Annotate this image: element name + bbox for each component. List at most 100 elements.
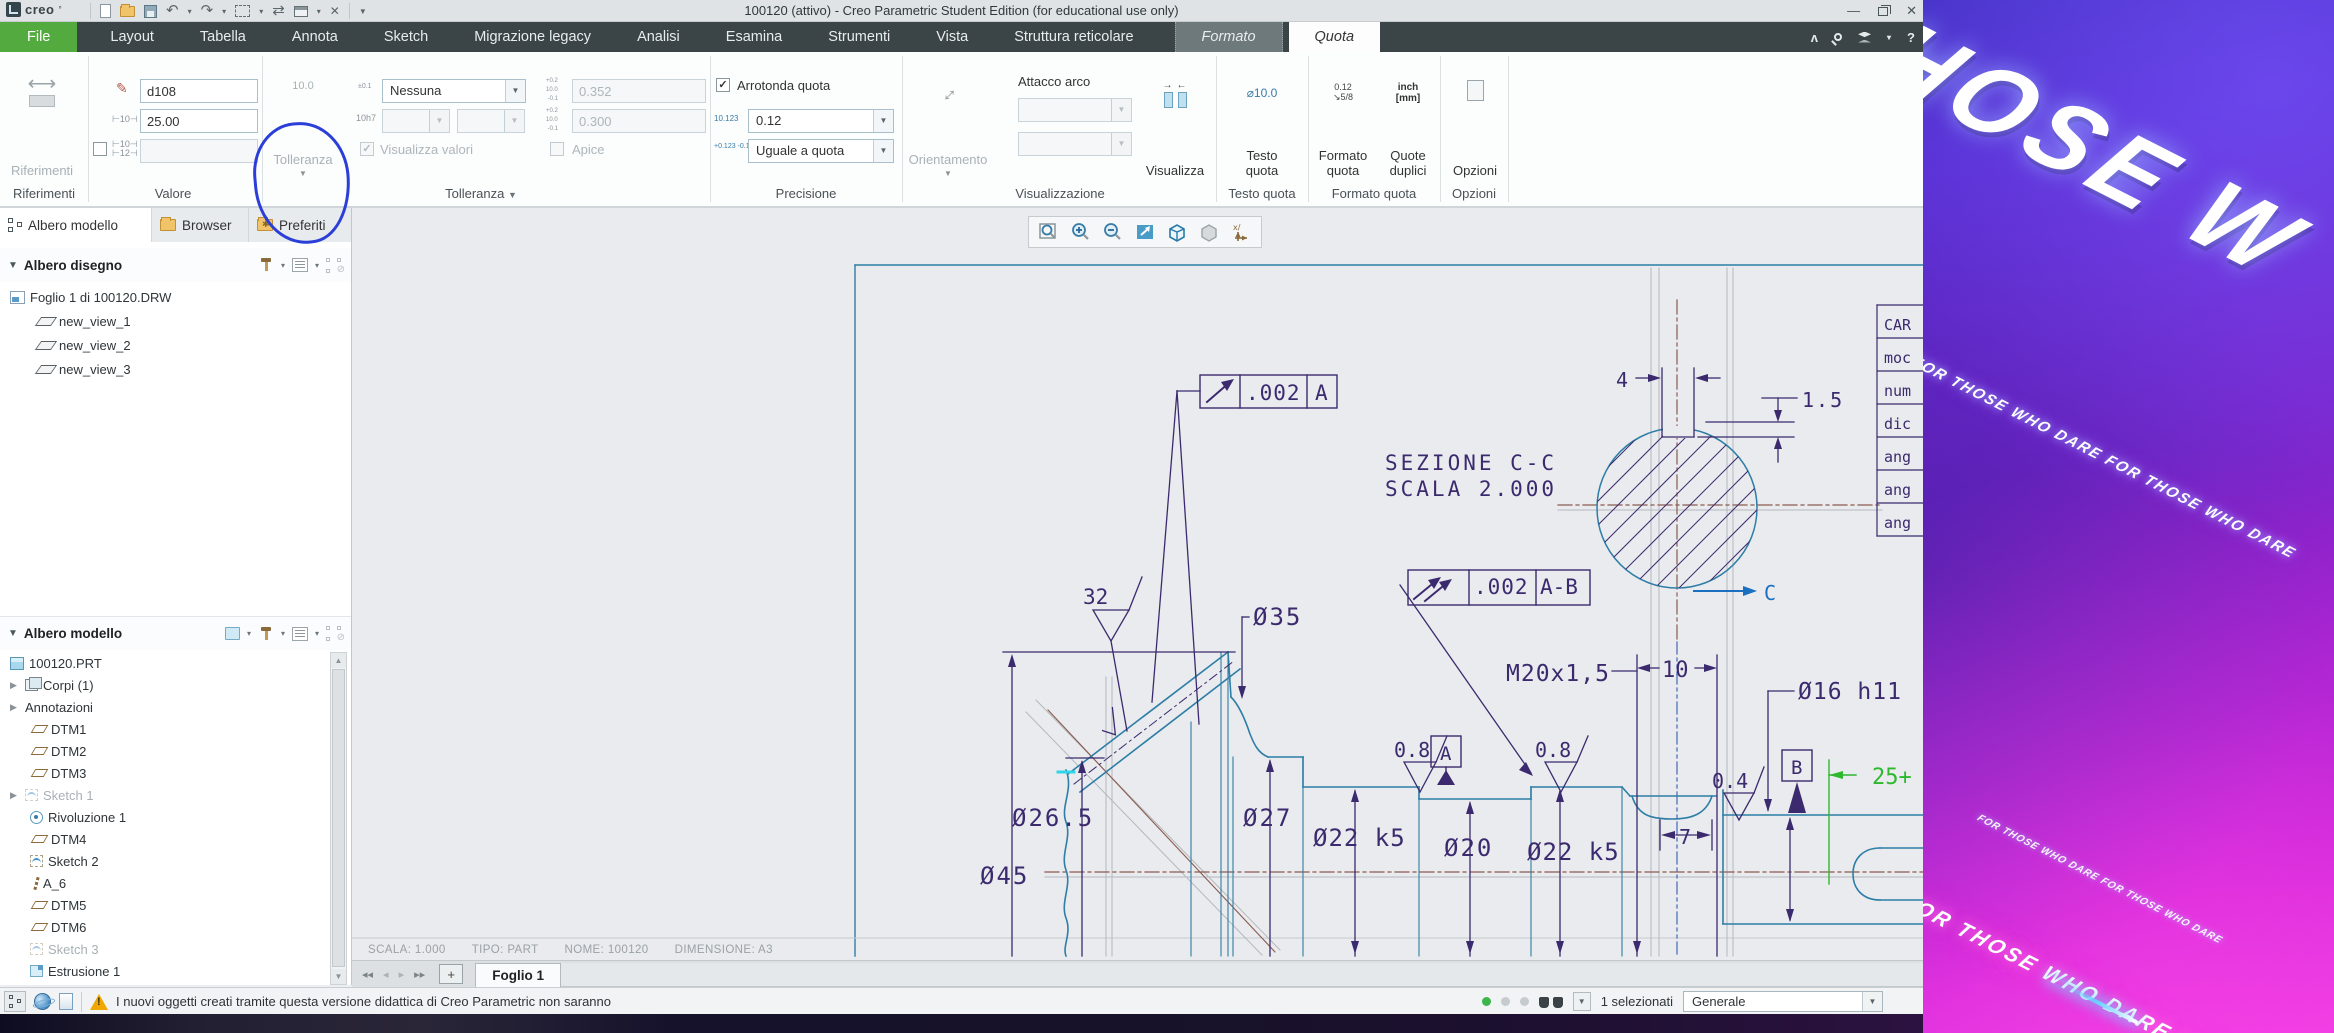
tree-item-annotazioni[interactable]: ▶ Annotazioni <box>0 696 330 718</box>
tab-formato[interactable]: Formato <box>1174 22 1283 52</box>
open-file-icon[interactable] <box>120 3 135 17</box>
testo-quota-button[interactable]: ⌀10.0 Testo quota <box>1222 74 1302 178</box>
scroll-up-icon[interactable]: ▲ <box>331 653 346 668</box>
tab-layout[interactable]: Layout <box>87 22 177 52</box>
tree-item-corpi[interactable]: ▶ Corpi (1) <box>0 674 330 696</box>
expand-arrow-icon[interactable]: ▶ <box>10 790 20 801</box>
tree-filter-icon[interactable] <box>326 257 345 275</box>
restore-button[interactable] <box>1878 4 1892 16</box>
first-sheet-icon[interactable]: ◂◂ <box>362 968 373 981</box>
tree-model-filter-icon[interactable] <box>224 627 240 640</box>
tab-strumenti[interactable]: Strumenti <box>805 22 913 52</box>
tab-quota[interactable]: Quota <box>1288 22 1381 52</box>
model-tree-scrollbar[interactable]: ▲ ▼ <box>330 652 347 985</box>
formato-quota-button[interactable]: 0.12 ↘5/8 Formato quota <box>1312 74 1374 178</box>
saved-views-icon[interactable] <box>1196 219 1222 245</box>
tree-filter-icon[interactable] <box>326 626 345 643</box>
tab-vista[interactable]: Vista <box>913 22 991 52</box>
tab-migrazione-legacy[interactable]: Migrazione legacy <box>451 22 614 52</box>
riferimenti-button[interactable]: ⟷ Riferimenti <box>4 74 80 178</box>
tab-tabella[interactable]: Tabella <box>177 22 269 52</box>
tree-item-rivoluzione[interactable]: Rivoluzione 1 <box>0 806 330 828</box>
tab-analisi[interactable]: Analisi <box>614 22 703 52</box>
zoom-window-icon[interactable] <box>1036 219 1062 245</box>
dimension-value-field[interactable] <box>140 109 258 133</box>
tree-settings-icon[interactable] <box>291 626 308 641</box>
tree-item-sketch1[interactable]: ▶ Sketch 1 <box>0 784 330 806</box>
collapse-ribbon-icon[interactable]: ᴧ <box>1811 30 1818 45</box>
settings-caret-icon[interactable]: ▾ <box>315 629 319 638</box>
collapse-caret-icon[interactable]: ▼ <box>8 628 18 639</box>
tab-file[interactable]: File <box>0 22 78 52</box>
browser-globe-icon[interactable] <box>32 991 53 1012</box>
tab-struttura-reticolare[interactable]: Struttura reticolare <box>991 22 1156 52</box>
search-caret-icon[interactable]: ▼ <box>1572 992 1591 1011</box>
new-file-icon[interactable] <box>100 4 111 18</box>
tree-settings-icon[interactable] <box>291 258 308 272</box>
tree-item-dtm1[interactable]: DTM1 <box>0 718 330 740</box>
tree-item-a6[interactable]: A_6 <box>0 872 330 894</box>
tab-sketch[interactable]: Sketch <box>361 22 451 52</box>
tolerance-table-dropdown[interactable]: Nessuna ▼ <box>382 79 526 103</box>
utility-caret-icon[interactable]: ▾ <box>1887 33 1891 42</box>
tab-esamina[interactable]: Esamina <box>703 22 805 52</box>
round-dim-checkbox[interactable] <box>716 78 730 92</box>
save-icon[interactable] <box>144 4 157 18</box>
tree-item-dtm2[interactable]: DTM2 <box>0 740 330 762</box>
tree-item-part[interactable]: 100120.PRT <box>0 652 330 674</box>
dropdown-arrow-icon[interactable]: ▼ <box>505 80 525 102</box>
tree-item-new-view-3[interactable]: new_view_3 <box>0 358 330 380</box>
filter-caret-icon[interactable]: ▼ <box>1862 992 1882 1011</box>
tree-item-dtm4[interactable]: DTM4 <box>0 828 330 850</box>
tree-item-dtm6[interactable]: DTM6 <box>0 916 330 938</box>
tree-item-sketch2[interactable]: Sketch 2 <box>0 850 330 872</box>
redo-caret-icon[interactable]: ▾ <box>222 7 226 16</box>
tree-item-foglio[interactable]: Foglio 1 di 100120.DRW <box>0 286 330 308</box>
tree-item-new-view-1[interactable]: new_view_1 <box>0 310 330 332</box>
scroll-thumb[interactable] <box>332 669 345 967</box>
datum-display-icon[interactable]: x/ <box>1228 219 1254 245</box>
orientamento-button[interactable]: ↔ Orientamento ▼ <box>906 74 990 178</box>
help-icon[interactable]: ? <box>1907 30 1915 45</box>
minimize-button[interactable]: — <box>1847 1 1860 21</box>
undo-icon[interactable]: ↶ <box>166 3 179 18</box>
prev-sheet-icon[interactable]: ◂ <box>383 968 389 981</box>
redo-icon[interactable]: ↷ <box>201 3 214 18</box>
tolleranza-button[interactable]: 10.0 Tolleranza ▼ <box>266 74 340 178</box>
tree-tools-icon[interactable] <box>258 626 274 642</box>
quote-duplici-button[interactable]: inch [mm] Quote duplici <box>1378 74 1438 178</box>
next-sheet-icon[interactable]: ▸ <box>399 968 405 981</box>
close-button[interactable]: ✕ <box>1906 1 1917 21</box>
zoom-out-icon[interactable] <box>1100 219 1126 245</box>
undo-caret-icon[interactable]: ▾ <box>188 7 192 16</box>
dual-dim-checkbox[interactable] <box>93 142 107 156</box>
select-caret-icon[interactable]: ▾ <box>259 7 263 16</box>
toggle-navigator-button[interactable] <box>4 991 26 1012</box>
expand-arrow-icon[interactable]: ▶ <box>10 680 20 691</box>
tab-annota[interactable]: Annota <box>269 22 361 52</box>
refit-icon[interactable] <box>1132 219 1158 245</box>
search-binoculars-icon[interactable] <box>1538 995 1563 1009</box>
search-icon[interactable] <box>1834 33 1843 41</box>
tools-caret-icon[interactable]: ▾ <box>281 261 285 270</box>
dropdown-arrow-icon[interactable]: ▼ <box>873 110 893 132</box>
tree-item-sketch3[interactable]: Sketch 3 <box>0 938 330 960</box>
selection-filter-dropdown[interactable]: Generale ▼ <box>1683 991 1883 1012</box>
dimension-name-field[interactable] <box>140 79 258 103</box>
tab-preferiti[interactable]: Preferiti <box>249 208 346 242</box>
command-locator-icon[interactable] <box>1858 32 1871 43</box>
drawing-canvas[interactable]: SEZIONE C-C SCALA 2.000 .002 A .002 A-B … <box>352 208 1923 960</box>
visualizza-button[interactable]: Visualizza <box>1138 74 1212 178</box>
collapse-caret-icon[interactable]: ▼ <box>8 260 18 271</box>
tab-browser[interactable]: Browser <box>152 208 249 242</box>
expand-arrow-icon[interactable]: ▶ <box>10 702 20 713</box>
tree-tools-icon[interactable] <box>258 257 274 273</box>
select-box-icon[interactable] <box>235 5 251 17</box>
tools-caret-icon[interactable]: ▾ <box>281 629 285 638</box>
full-screen-icon[interactable] <box>59 993 73 1010</box>
dropdown-arrow-icon[interactable]: ▼ <box>873 140 893 162</box>
settings-caret-icon[interactable]: ▾ <box>315 261 319 270</box>
tree-item-estrusione[interactable]: Estrusione 1 <box>0 960 330 982</box>
tree-item-dtm5[interactable]: DTM5 <box>0 894 330 916</box>
tol-precision-dropdown[interactable]: Uguale a quota ▼ <box>748 139 894 163</box>
